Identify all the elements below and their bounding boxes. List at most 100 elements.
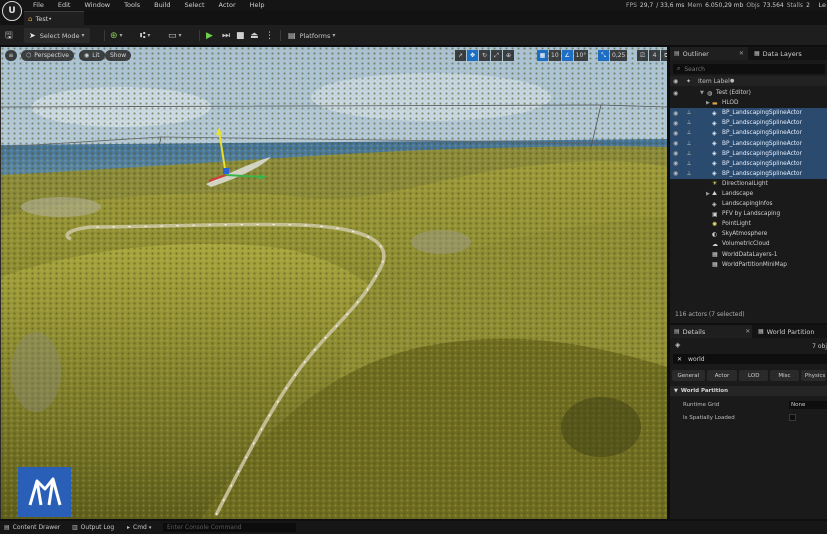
tree-row-world[interactable]: ◉ ▼ ◍ Test (Editor) bbox=[670, 88, 827, 98]
tree-row-point-light[interactable]: ✺ PointLight bbox=[670, 219, 827, 229]
category-lod[interactable]: LOD bbox=[739, 370, 769, 381]
move-tool-icon[interactable]: ✥ bbox=[467, 50, 478, 61]
expand-arrow-icon[interactable]: ▼ bbox=[700, 90, 704, 96]
rotate-tool-icon[interactable]: ↻ bbox=[479, 50, 490, 61]
category-actor[interactable]: Actor bbox=[706, 370, 738, 381]
runtime-grid-dropdown[interactable]: None bbox=[789, 400, 827, 409]
tree-row-spline-actor[interactable]: ◉ ⟂ ◈ BP_LandscapingSplineActor bbox=[670, 148, 827, 159]
pin-icon[interactable]: ⟂ bbox=[687, 150, 691, 158]
pin-icon[interactable]: ⟂ bbox=[687, 119, 691, 127]
tree-row-spline-actor[interactable]: ◉ ⟂ ◈ BP_LandscapingSplineActor bbox=[670, 158, 827, 169]
platforms-dropdown[interactable]: ▤ Platforms ▾ bbox=[288, 28, 335, 43]
tree-row-pfv[interactable]: ▣ PFV by Landscaping bbox=[670, 209, 827, 219]
section-world-partition[interactable]: ▼ World Partition bbox=[670, 386, 827, 396]
close-icon[interactable]: ✕ bbox=[745, 328, 750, 335]
scale-snap-value[interactable]: 0,25 bbox=[610, 50, 628, 61]
tab-outliner[interactable]: ▤ Outliner ✕ bbox=[670, 47, 748, 60]
eye-icon[interactable]: ◉ bbox=[673, 170, 678, 177]
eject-button[interactable]: ⏏ bbox=[250, 28, 259, 43]
tab-world-partition[interactable]: ▦ World Partition bbox=[754, 325, 827, 338]
menu-edit[interactable]: Edit bbox=[58, 1, 71, 9]
level-viewport[interactable]: ≡ ⬡ Perspective ◉ Lit Show ➚ ✥ ↻ ⤢ ⊕ ▦ 1… bbox=[0, 47, 667, 519]
tree-row-spline-actor[interactable]: ◉ ⟂ ◈ BP_LandscapingSplineActor bbox=[670, 168, 827, 179]
camera-speed-value[interactable]: 4 bbox=[649, 50, 660, 61]
perspective-button[interactable]: ⬡ Perspective bbox=[21, 50, 74, 61]
content-drawer-button[interactable]: ▤ Content Drawer bbox=[4, 521, 60, 534]
unreal-logo-icon[interactable]: U bbox=[2, 1, 22, 21]
pin-icon[interactable]: ⟂ bbox=[687, 170, 691, 178]
tree-row-spline-actor[interactable]: ◉ ⟂ ◈ BP_LandscapingSplineActor bbox=[670, 138, 827, 149]
stop-button[interactable]: ■ bbox=[236, 28, 245, 43]
grid-snap-icon[interactable]: ▦ bbox=[537, 50, 548, 61]
category-physics[interactable]: Physics bbox=[800, 370, 826, 381]
rotation-snap-value[interactable]: 10° bbox=[573, 50, 589, 61]
collapse-arrow-icon[interactable]: ▶ bbox=[706, 100, 710, 106]
eye-icon[interactable]: ◉ bbox=[673, 140, 678, 147]
quick-add-button[interactable]: ⊕ ▾ bbox=[110, 28, 123, 43]
eye-icon[interactable]: ◉ bbox=[673, 90, 678, 97]
pin-icon[interactable]: ⟂ bbox=[687, 109, 691, 117]
select-tool-icon[interactable]: ➚ bbox=[455, 50, 466, 61]
grid-snap-value[interactable]: 10 bbox=[549, 50, 561, 61]
column-item-label[interactable]: Item Label bbox=[698, 78, 730, 85]
tab-data-layers[interactable]: ▦ Data Layers bbox=[750, 47, 827, 60]
collapse-arrow-icon[interactable]: ▶ bbox=[706, 191, 710, 197]
maximize-viewport-icon[interactable]: ⧉ bbox=[661, 50, 667, 61]
eye-icon[interactable]: ◉ bbox=[673, 160, 678, 167]
pin-icon[interactable]: ⟂ bbox=[687, 129, 691, 137]
tree-row-minimap[interactable]: ▦ WorldPartitionMiniMap bbox=[670, 260, 827, 270]
output-log-button[interactable]: ▥ Output Log bbox=[72, 521, 114, 534]
tree-row-landscaping-infos[interactable]: ◈ LandscapingInfos bbox=[670, 199, 827, 209]
play-button[interactable]: ▶ bbox=[206, 28, 213, 43]
world-space-icon[interactable]: ⊕ bbox=[503, 50, 514, 61]
tree-row-world-data-layers[interactable]: ▦ WorldDataLayers-1 bbox=[670, 250, 827, 260]
layout-menu-cut[interactable]: Le bbox=[818, 1, 826, 9]
tree-row-directional-light[interactable]: ☀ DirectionalLight bbox=[670, 179, 827, 189]
pin-icon[interactable]: ⟂ bbox=[687, 160, 691, 168]
viewport-menu-button[interactable]: ≡ bbox=[5, 50, 17, 61]
eye-icon[interactable]: ◉ bbox=[673, 120, 678, 127]
menu-window[interactable]: Window bbox=[84, 1, 110, 9]
tree-row-spline-actor[interactable]: ◉ ⟂ ◈ BP_LandscapingSplineActor bbox=[670, 108, 827, 119]
menu-build[interactable]: Build bbox=[154, 1, 170, 9]
details-search-input[interactable]: ✕ world bbox=[673, 354, 827, 364]
tree-row-sky-atmosphere[interactable]: ◐ SkyAtmosphere bbox=[670, 229, 827, 239]
menu-tools[interactable]: Tools bbox=[124, 1, 140, 9]
rotation-snap-icon[interactable]: ∠ bbox=[561, 50, 573, 61]
tree-row-volumetric-cloud[interactable]: ☁ VolumetricCloud bbox=[670, 239, 827, 249]
spatially-loaded-checkbox[interactable] bbox=[789, 414, 796, 421]
outliner-search-input[interactable]: ⌕ Search bbox=[673, 64, 825, 74]
eye-icon[interactable]: ◉ bbox=[673, 130, 678, 137]
tree-row-landscape[interactable]: ▶ ⛰ Landscape bbox=[670, 189, 827, 199]
show-flags-button[interactable]: Show bbox=[105, 50, 132, 61]
viewport-scene[interactable] bbox=[1, 47, 667, 519]
eye-icon[interactable]: ◉ bbox=[673, 150, 678, 157]
scale-snap-icon[interactable]: ⤡ bbox=[598, 50, 609, 61]
menu-actor[interactable]: Actor bbox=[219, 1, 236, 9]
select-mode-dropdown[interactable]: ➤ Select Mode ▾ bbox=[24, 28, 90, 43]
level-tab[interactable]: ⌂ Test• bbox=[24, 11, 84, 25]
tree-row-spline-actor[interactable]: ◉ ⟂ ◈ BP_LandscapingSplineActor bbox=[670, 118, 827, 129]
category-misc[interactable]: Misc bbox=[770, 370, 799, 381]
play-options-button[interactable]: ⋮ bbox=[265, 28, 274, 43]
tree-row-spline-actor[interactable]: ◉ ⟂ ◈ BP_LandscapingSplineActor bbox=[670, 128, 827, 139]
menu-help[interactable]: Help bbox=[250, 1, 265, 9]
blueprints-button[interactable]: ⑆ ▾ bbox=[140, 28, 150, 43]
close-icon[interactable]: ✕ bbox=[739, 50, 744, 57]
view-mode-button[interactable]: ◉ Lit bbox=[79, 50, 105, 61]
scale-tool-icon[interactable]: ⤢ bbox=[491, 50, 502, 61]
console-command-input[interactable]: Enter Console Command bbox=[163, 523, 296, 532]
menu-select[interactable]: Select bbox=[184, 1, 204, 9]
cmd-dropdown[interactable]: ▸ Cmd ▾ bbox=[127, 521, 151, 534]
save-button[interactable]: 🖫 bbox=[5, 28, 13, 43]
camera-speed-icon[interactable]: ⎚ bbox=[637, 50, 648, 61]
category-general[interactable]: General bbox=[672, 370, 705, 381]
tab-details[interactable]: ▤ Details ✕ bbox=[670, 325, 752, 338]
menu-file[interactable]: File bbox=[33, 1, 44, 9]
eye-icon[interactable]: ◉ bbox=[673, 110, 678, 117]
tree-row-hlod[interactable]: ▶ ▬ HLOD bbox=[670, 98, 827, 108]
cinematics-button[interactable]: ▭ ▾ bbox=[168, 28, 182, 43]
clear-search-icon[interactable]: ✕ bbox=[677, 356, 682, 363]
step-button[interactable]: ⏭ bbox=[222, 28, 230, 43]
pin-icon[interactable]: ⟂ bbox=[687, 140, 691, 148]
